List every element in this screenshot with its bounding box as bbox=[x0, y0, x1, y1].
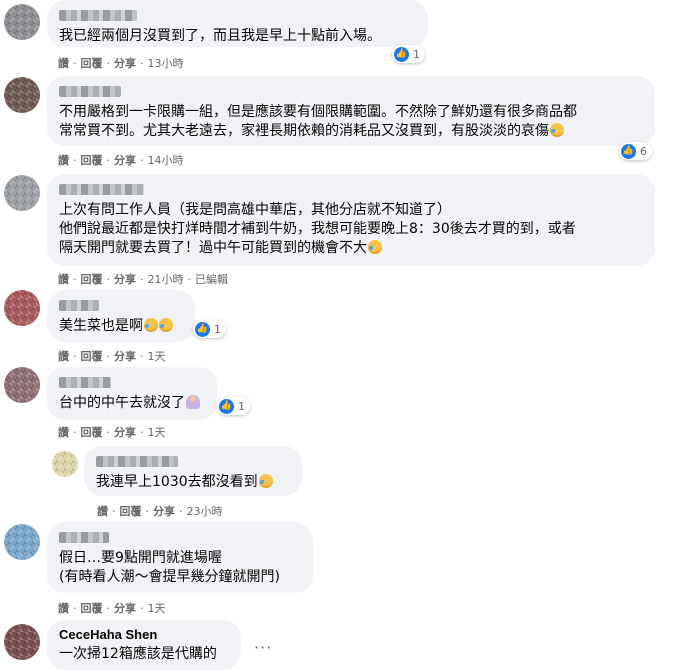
comment-text: 不用嚴格到一卡限購一組，但是應該要有個限購範圍。不然除了鮮奶還有很多商品都 常常… bbox=[59, 104, 577, 139]
comment-meta: 讚 · 回覆 · 分享 · 1天 bbox=[58, 426, 166, 439]
like-button[interactable]: 讚 bbox=[58, 602, 69, 615]
like-button[interactable]: 讚 bbox=[58, 57, 69, 70]
avatar[interactable] bbox=[4, 77, 40, 113]
commenter-name-blurred[interactable] bbox=[59, 532, 109, 543]
reaction-count[interactable]: 👍 1 bbox=[217, 397, 250, 415]
timestamp[interactable]: 14小時 bbox=[148, 154, 184, 167]
commenter-name-blurred[interactable] bbox=[59, 10, 137, 21]
comment-text: 我連早上1030去都沒看到 bbox=[96, 473, 290, 492]
laugh-cry-emoji-icon bbox=[159, 318, 173, 332]
avatar[interactable] bbox=[52, 451, 78, 477]
avatar[interactable] bbox=[4, 175, 40, 211]
like-reaction-icon: 👍 bbox=[219, 398, 234, 414]
timestamp[interactable]: 1天 bbox=[148, 350, 166, 363]
comment-meta: 讚 · 回覆 · 分享 · 1天 bbox=[58, 602, 166, 615]
commenter-name-blurred[interactable] bbox=[96, 456, 178, 467]
avatar[interactable] bbox=[4, 624, 40, 660]
comment-bubble: 台中的中午去就沒了 bbox=[47, 367, 217, 420]
edited-label[interactable]: 已編輯 bbox=[195, 273, 228, 286]
like-button[interactable]: 讚 bbox=[58, 350, 69, 363]
timestamp[interactable]: 21小時 bbox=[148, 273, 184, 286]
commenter-name[interactable]: CeceHaha Shen bbox=[59, 627, 229, 642]
laugh-cry-emoji-icon bbox=[368, 240, 382, 254]
like-reaction-icon: 👍 bbox=[195, 321, 210, 337]
reaction-count[interactable]: 👍 1 bbox=[392, 45, 425, 63]
laugh-cry-emoji-icon bbox=[258, 474, 273, 488]
share-button[interactable]: 分享 bbox=[153, 505, 175, 518]
avatar[interactable] bbox=[4, 367, 40, 403]
person-shrug-emoji-icon bbox=[186, 395, 200, 409]
commenter-name-blurred[interactable] bbox=[59, 300, 99, 311]
comment-meta: 讚 · 回覆 · 分享 · 23小時 bbox=[97, 505, 223, 518]
comment-meta: 讚 · 回覆 · 分享 · 1天 bbox=[58, 350, 166, 363]
comment-bubble: 假日…要9點開門就進場喔 (有時看人潮～會提早幾分鐘就開門) bbox=[47, 522, 313, 593]
reaction-count[interactable]: 👍 1 bbox=[193, 320, 226, 338]
avatar[interactable] bbox=[4, 290, 40, 326]
avatar[interactable] bbox=[4, 4, 40, 40]
reply-button[interactable]: 回覆 bbox=[81, 426, 103, 439]
commenter-name-blurred[interactable] bbox=[59, 377, 111, 388]
comment-bubble: 上次有問工作人員（我是問高雄中華店，其他分店就不知道了） 他們說最近都是快打烊時… bbox=[47, 174, 655, 266]
like-reaction-icon: 👍 bbox=[621, 143, 636, 159]
comment-text: 上次有問工作人員（我是問高雄中華店，其他分店就不知道了） 他們說最近都是快打烊時… bbox=[59, 202, 576, 256]
avatar[interactable] bbox=[4, 524, 40, 560]
comment-bubble: CeceHaha Shen 一次掃12箱應該是代購的 bbox=[47, 620, 241, 670]
commenter-name-blurred[interactable] bbox=[59, 86, 121, 97]
comment-text: 我已經兩個月沒買到了，而且我是早上十點前入場。 bbox=[59, 28, 381, 44]
comment-meta: 讚 · 回覆 · 分享 · 13小時 bbox=[58, 57, 184, 70]
share-button[interactable]: 分享 bbox=[114, 426, 136, 439]
reply-button[interactable]: 回覆 bbox=[120, 505, 142, 518]
laugh-cry-emoji-icon bbox=[144, 318, 158, 332]
reaction-count[interactable]: 👍 6 bbox=[619, 142, 652, 160]
share-button[interactable]: 分享 bbox=[114, 273, 136, 286]
timestamp[interactable]: 1天 bbox=[148, 602, 166, 615]
share-button[interactable]: 分享 bbox=[114, 154, 136, 167]
like-button[interactable]: 讚 bbox=[97, 505, 108, 518]
reply-button[interactable]: 回覆 bbox=[81, 602, 103, 615]
commenter-name-blurred[interactable] bbox=[59, 184, 144, 195]
share-button[interactable]: 分享 bbox=[114, 350, 136, 363]
share-button[interactable]: 分享 bbox=[114, 602, 136, 615]
like-button[interactable]: 讚 bbox=[58, 154, 69, 167]
timestamp[interactable]: 13小時 bbox=[148, 57, 184, 70]
timestamp[interactable]: 1天 bbox=[148, 426, 166, 439]
more-options-icon[interactable]: ··· bbox=[254, 638, 272, 657]
comment-bubble: 我連早上1030去都沒看到 bbox=[84, 446, 302, 496]
comment-text: 一次掃12箱應該是代購的 bbox=[59, 646, 217, 662]
comment-meta: 讚 · 回覆 · 分享 · 21小時 · 已編輯 bbox=[58, 273, 228, 286]
reply-button[interactable]: 回覆 bbox=[81, 350, 103, 363]
like-button[interactable]: 讚 bbox=[58, 426, 69, 439]
like-reaction-icon: 👍 bbox=[394, 46, 409, 62]
reply-button[interactable]: 回覆 bbox=[81, 154, 103, 167]
like-button[interactable]: 讚 bbox=[58, 273, 69, 286]
laugh-cry-emoji-icon bbox=[550, 123, 564, 137]
reply-button[interactable]: 回覆 bbox=[81, 57, 103, 70]
timestamp[interactable]: 23小時 bbox=[187, 505, 223, 518]
comment-text: 台中的中午去就沒了 bbox=[59, 394, 205, 413]
comment-bubble: 我已經兩個月沒買到了，而且我是早上十點前入場。 bbox=[47, 0, 428, 47]
comment-meta: 讚 · 回覆 · 分享 · 14小時 bbox=[58, 154, 184, 167]
comment-text: 美生菜也是啊 bbox=[59, 317, 183, 336]
comment-text: 假日…要9點開門就進場喔 (有時看人潮～會提早幾分鐘就開門) bbox=[59, 550, 280, 585]
reply-button[interactable]: 回覆 bbox=[81, 273, 103, 286]
share-button[interactable]: 分享 bbox=[114, 57, 136, 70]
comment-bubble: 美生菜也是啊 bbox=[47, 290, 195, 342]
comment-bubble: 不用嚴格到一卡限購一組，但是應該要有個限購範圍。不然除了鮮奶還有很多商品都 常常… bbox=[47, 76, 655, 146]
